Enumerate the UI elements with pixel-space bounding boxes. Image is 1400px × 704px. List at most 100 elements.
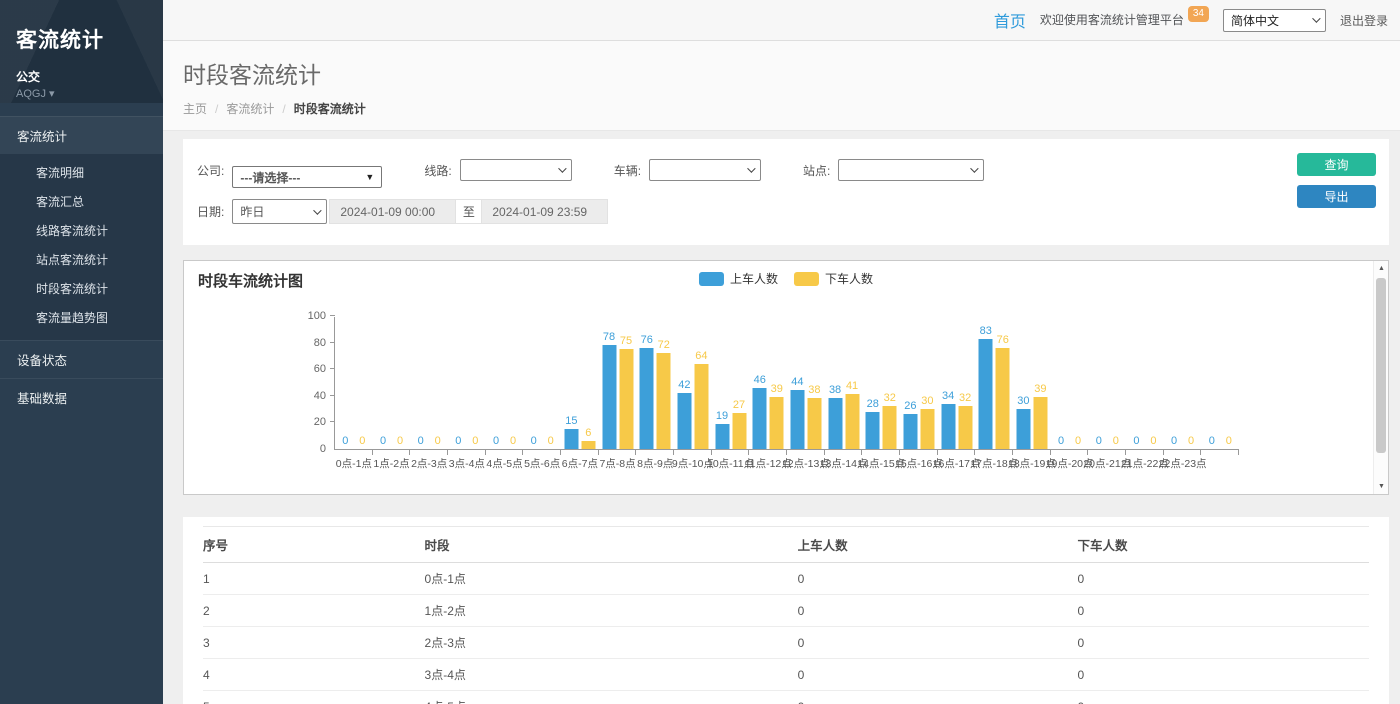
welcome-text: 欢迎使用客流统计管理平台34: [1040, 11, 1209, 30]
x-axis-tick-label: 1点-2点: [373, 456, 409, 471]
notification-badge[interactable]: 34: [1188, 6, 1209, 22]
table-cell: 0: [798, 659, 1078, 691]
chevron-down-icon: [558, 164, 566, 172]
bar-value-label: 30: [921, 395, 933, 407]
bar-value-label: 6: [585, 427, 591, 439]
query-button[interactable]: 查询: [1297, 153, 1376, 176]
bar-value-label: 32: [884, 392, 896, 404]
date-from-input[interactable]: 2024-01-09 00:00: [329, 199, 456, 224]
scroll-up-icon[interactable]: ▲: [1374, 261, 1389, 276]
bar-group: 000点-1点: [335, 317, 373, 449]
chart-title: 时段车流统计图: [198, 270, 303, 291]
bar-value-label: 0: [418, 435, 424, 447]
x-axis-tick-label: 4点-5点: [486, 456, 522, 471]
scroll-down-icon[interactable]: ▼: [1374, 479, 1389, 494]
bar-chart: 000点-1点001点-2点002点-3点003点-4点004点-5点005点-…: [334, 317, 1239, 450]
breadcrumb-section[interactable]: 客流统计: [226, 100, 274, 117]
line-label: 线路:: [424, 162, 451, 179]
company-code-dropdown[interactable]: AQGJ ▾: [16, 87, 147, 100]
filter-row-1: 公司: ---请选择--- ▼ 线路: 车辆: 站点:: [197, 152, 1375, 188]
table-cell: 0: [798, 627, 1078, 659]
bar: 19: [715, 424, 729, 449]
station-select[interactable]: [838, 159, 984, 181]
breadcrumb-home[interactable]: 主页: [183, 100, 207, 117]
bar-value-label: 39: [1034, 383, 1046, 395]
bar-group: 003点-4点: [448, 317, 486, 449]
bar-group: 76728点-9点: [636, 317, 674, 449]
bar-group: 343216点-17点: [938, 317, 976, 449]
bar-value-label: 0: [1075, 435, 1081, 447]
bar-group: 384113点-14点: [825, 317, 863, 449]
bar-group: 443812点-13点: [787, 317, 825, 449]
language-select[interactable]: 简体中文: [1223, 9, 1326, 32]
table-header-cell: 上车人数: [798, 527, 1078, 563]
x-axis-tick-label: 7点-8点: [599, 456, 635, 471]
bar-group: 837617点-18点: [975, 317, 1013, 449]
bar-value-label: 78: [603, 331, 615, 343]
bar-group: 42649点-10点: [674, 317, 712, 449]
bar-group: 005点-6点: [523, 317, 561, 449]
y-axis-tick-label: 80: [314, 337, 326, 349]
x-axis-tick-label: 3点-4点: [449, 456, 485, 471]
bar-value-label: 28: [867, 398, 879, 410]
bar: 30: [1016, 409, 1030, 449]
table-cell: 0: [798, 563, 1078, 595]
bar-value-label: 26: [904, 400, 916, 412]
scrollbar-thumb[interactable]: [1376, 278, 1386, 453]
x-axis-tick-label: 2点-3点: [411, 456, 447, 471]
legend-item[interactable]: 下车人数: [794, 270, 873, 287]
x-axis-tick-label: 22点-23点: [1159, 456, 1207, 471]
company-select[interactable]: ---请选择--- ▼: [232, 166, 382, 188]
sidebar-section-device-status[interactable]: 设备状态: [0, 340, 163, 378]
chart-vertical-scrollbar[interactable]: ▲ ▼: [1373, 261, 1388, 494]
bar-group: 0021点-22点: [1126, 317, 1164, 449]
sidebar-section-passenger-stats[interactable]: 客流统计: [0, 116, 163, 154]
table-cell: 4: [203, 659, 425, 691]
bar-value-label: 32: [959, 392, 971, 404]
sidebar-subitem[interactable]: 时段客流统计: [0, 274, 163, 303]
sidebar-section-base-data[interactable]: 基础数据: [0, 378, 163, 416]
date-to-input[interactable]: 2024-01-09 23:59: [481, 199, 608, 224]
sidebar-submenu: 客流明细客流汇总线路客流统计站点客流统计时段客流统计客流量趋势图: [0, 154, 163, 340]
sidebar-subitem[interactable]: 客流量趋势图: [0, 303, 163, 332]
home-link[interactable]: 首页: [994, 8, 1026, 32]
sidebar-subitem[interactable]: 客流明细: [0, 158, 163, 187]
bar-value-label: 64: [695, 350, 707, 362]
date-preset-select[interactable]: 昨日: [232, 199, 327, 224]
table-cell: 0: [1077, 563, 1369, 595]
bar-value-label: 0: [493, 435, 499, 447]
legend-item[interactable]: 上车人数: [699, 270, 778, 287]
bar: 34: [941, 404, 955, 449]
bar-group: 0020点-21点: [1088, 317, 1126, 449]
vehicle-select[interactable]: [649, 159, 761, 181]
table-cell: 2点-3点: [425, 627, 798, 659]
sidebar-subitem[interactable]: 站点客流统计: [0, 245, 163, 274]
bar: 6: [581, 441, 595, 449]
sidebar-subitem[interactable]: 客流汇总: [0, 187, 163, 216]
bar-value-label: 42: [678, 379, 690, 391]
bar-value-label: 38: [808, 384, 820, 396]
logout-link[interactable]: 退出登录: [1340, 12, 1388, 29]
table-cell: 0: [1077, 627, 1369, 659]
bar: 72: [657, 353, 671, 449]
bar-group: 192710点-11点: [712, 317, 750, 449]
bar-value-label: 75: [620, 335, 632, 347]
table-cell: 0点-1点: [425, 563, 798, 595]
main-panel: 首页 欢迎使用客流统计管理平台34 简体中文 退出登录 时段客流统计 主页 / …: [163, 0, 1400, 704]
table-cell: 2: [203, 595, 425, 627]
bar-group: 001点-2点: [373, 317, 411, 449]
date-separator: 至: [456, 199, 481, 224]
chevron-down-icon: [747, 164, 755, 172]
bar-value-label: 19: [716, 410, 728, 422]
table-cell: 0: [1077, 659, 1369, 691]
sidebar-subitem[interactable]: 线路客流统计: [0, 216, 163, 245]
breadcrumb: 主页 / 客流统计 / 时段客流统计: [183, 100, 1380, 117]
bar: 30: [920, 409, 934, 449]
bar-value-label: 0: [1150, 435, 1156, 447]
top-navbar: 首页 欢迎使用客流统计管理平台34 简体中文 退出登录: [163, 0, 1400, 41]
export-button[interactable]: 导出: [1297, 185, 1376, 208]
x-axis-tick-label: 8点-9点: [637, 456, 673, 471]
bar-value-label: 38: [829, 384, 841, 396]
line-select[interactable]: [460, 159, 572, 181]
table-row: 32点-3点00: [203, 627, 1369, 659]
